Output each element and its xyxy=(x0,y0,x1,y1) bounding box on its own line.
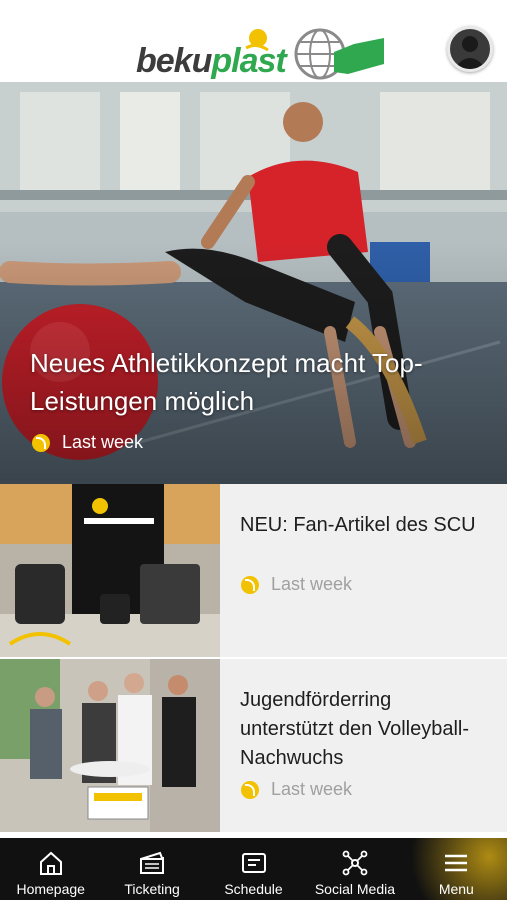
nav-social-media[interactable]: Social Media xyxy=(304,838,405,900)
menu-icon xyxy=(445,854,468,872)
hero-title: Neues Athletikkonzept macht Top-Leistung… xyxy=(30,348,423,416)
article-item[interactable]: Jugendförderring unterstützt den Volleyb… xyxy=(0,659,507,832)
article-title: NEU: Fan-Artikel des SCU xyxy=(240,514,476,536)
volleyball-icon xyxy=(32,433,50,452)
article-time: Last week xyxy=(271,779,353,799)
bottom-navigation: Homepage Ticketing Schedule Social Media… xyxy=(0,838,507,900)
volleyball-icon xyxy=(241,780,259,799)
user-icon xyxy=(454,36,486,69)
article-item[interactable]: NEU: Fan-Artikel des SCU Last week xyxy=(0,484,507,657)
nav-label: Homepage xyxy=(16,881,85,897)
bekuplast-logo[interactable]: bekuplast xyxy=(134,28,388,82)
home-icon xyxy=(39,851,62,875)
ticket-icon xyxy=(140,851,165,874)
volleyball-icon xyxy=(241,575,259,594)
article-time: Last week xyxy=(271,574,353,594)
nav-label: Menu xyxy=(438,881,474,897)
profile-avatar-button[interactable] xyxy=(447,26,493,72)
hero-article-card[interactable]: Neues Athletikkonzept macht Top-Leistung… xyxy=(0,82,507,484)
nav-homepage[interactable]: Homepage xyxy=(0,838,101,900)
article-meta: Last week xyxy=(241,574,352,595)
app-header: bekuplast xyxy=(0,0,507,82)
article-thumbnail-youth-support xyxy=(0,659,220,832)
schedule-icon xyxy=(241,853,266,873)
hero-time: Last week xyxy=(62,432,144,452)
hero-gradient xyxy=(0,82,507,484)
social-network-icon xyxy=(342,850,368,876)
article-thumbnail-fan-items xyxy=(0,484,220,657)
hero-meta: Last week xyxy=(32,432,143,453)
nav-label: Social Media xyxy=(314,881,395,897)
nav-schedule[interactable]: Schedule xyxy=(203,838,304,900)
nav-menu[interactable]: Menu xyxy=(406,838,507,900)
nav-label: Ticketing xyxy=(124,881,180,897)
nav-label: Schedule xyxy=(224,881,283,897)
logo-text: bekuplast xyxy=(136,42,287,80)
article-title: Jugendförderring unterstützt den Volleyb… xyxy=(240,689,470,769)
nav-ticketing[interactable]: Ticketing xyxy=(101,838,202,900)
article-meta: Last week xyxy=(241,779,352,800)
